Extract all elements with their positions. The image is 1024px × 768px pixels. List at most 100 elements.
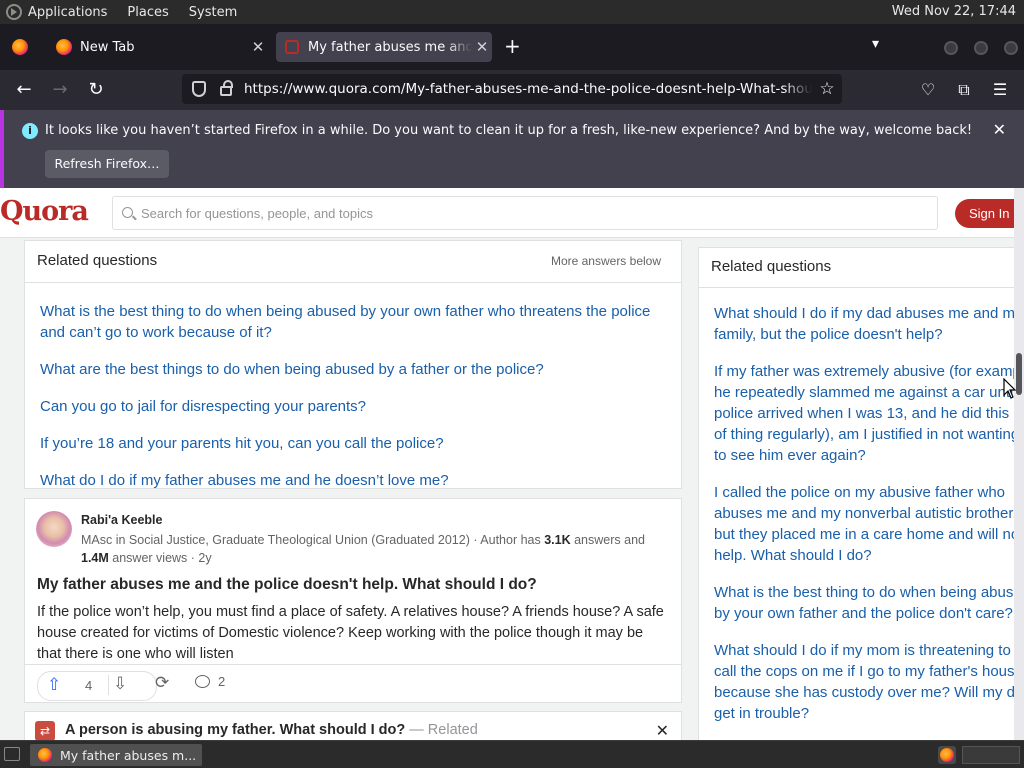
firefox-view-icon[interactable] xyxy=(12,39,28,55)
question-line: What should I do if my mom is threatenin… xyxy=(714,642,1011,659)
related-question-link[interactable]: If you’re 18 and your parents hit you, c… xyxy=(25,433,681,454)
question-line: help. What should I do? xyxy=(714,547,872,564)
credential-text: MAsc in Social Justice, Graduate Theolog… xyxy=(81,533,545,547)
applications-icon[interactable] xyxy=(6,4,22,20)
sidebar-related-question-link[interactable]: What should I do if my mom is threatenin… xyxy=(699,640,1017,724)
comment-count: 2 xyxy=(218,674,226,689)
applications-menu[interactable]: Applications xyxy=(28,5,107,20)
workspace-switcher[interactable] xyxy=(962,746,1020,764)
related-question-link[interactable]: Can you go to jail for disrespecting you… xyxy=(25,396,681,417)
credential-text: answers and xyxy=(570,533,645,547)
url-text[interactable]: https://www.quora.com/My-father-abuses-m… xyxy=(244,81,812,97)
close-window-button[interactable] xyxy=(1004,41,1018,55)
maximize-button[interactable] xyxy=(974,41,988,55)
taskbar: My father abuses m... xyxy=(0,740,1024,768)
top-panel: Applications Places System Wed Nov 22, 1… xyxy=(0,0,1024,24)
related-icon: ⇄ xyxy=(35,721,55,740)
question-line: but they placed me in a care home and wi… xyxy=(714,526,1017,543)
mouse-cursor-icon xyxy=(1003,378,1017,399)
forward-button[interactable]: → xyxy=(48,78,72,102)
close-notification-icon[interactable]: ✕ xyxy=(993,120,1006,139)
vote-group: ⇧ 4 ⇩ xyxy=(37,671,167,701)
question-line: What is the best thing to do when being … xyxy=(714,584,1017,601)
downvote-icon[interactable]: ⇩ xyxy=(113,674,127,694)
related-questions-card: Related questions More answers below Wha… xyxy=(24,240,682,489)
author-name[interactable]: Rabi'a Keeble xyxy=(81,513,162,527)
sidebar-related-question-link[interactable]: I called the police on my abusive father… xyxy=(699,482,1017,566)
close-icon[interactable]: ✕ xyxy=(656,721,669,740)
question-line: to see him ever again? xyxy=(714,447,866,464)
related-question-title[interactable]: A person is abusing my father. What shou… xyxy=(65,722,478,738)
refresh-firefox-button[interactable]: Refresh Firefox… xyxy=(45,150,169,178)
clock[interactable]: Wed Nov 22, 17:44 xyxy=(892,4,1016,19)
show-desktop-icon[interactable] xyxy=(4,747,20,761)
question-line: If my father was extremely abusive (for … xyxy=(714,363,1017,380)
question-line: of thing regularly), am I justified in n… xyxy=(714,426,1017,443)
related-questions-header: Related questions More answers below xyxy=(25,241,681,283)
tab-new-tab[interactable]: New Tab ✕ xyxy=(48,32,268,62)
sidebar-related-questions: Related questions What should I do if my… xyxy=(698,247,1018,740)
lock-icon[interactable] xyxy=(220,80,233,96)
list-all-tabs-button[interactable]: ▾ xyxy=(872,36,879,52)
system-menu[interactable]: System xyxy=(189,5,237,20)
close-tab-icon[interactable]: ✕ xyxy=(248,38,268,56)
avatar[interactable] xyxy=(36,511,72,547)
related-title-text[interactable]: A person is abusing my father. What shou… xyxy=(65,722,405,738)
tab-strip: New Tab ✕ My father abuses me and the po… xyxy=(0,24,1024,70)
question-line: abuses me and my nonverbal autistic brot… xyxy=(714,505,1017,522)
card-heading: Related questions xyxy=(37,252,158,269)
answer-body: If the police won’t help, you must find … xyxy=(37,604,664,662)
comment-icon xyxy=(195,675,210,688)
tab-quora[interactable]: My father abuses me and the police doesn… xyxy=(276,32,492,62)
related-question-link[interactable]: What do I do if my father abuses me and … xyxy=(25,470,681,491)
more-answers-below: More answers below xyxy=(550,254,661,268)
question-line: get in trouble? xyxy=(714,705,810,722)
minimize-button[interactable] xyxy=(944,41,958,55)
search-icon xyxy=(122,207,133,218)
scrollbar[interactable] xyxy=(1014,188,1024,740)
share-icon[interactable]: ⟳ xyxy=(155,673,169,693)
comment-button[interactable]: 2 xyxy=(195,674,225,689)
web-content: Quora Sign In Related questions More ans… xyxy=(0,188,1024,740)
new-tab-button[interactable]: + xyxy=(504,36,521,56)
sidebar-related-question-link[interactable]: What is the best thing to do when being … xyxy=(699,582,1017,624)
related-question-link[interactable]: What is the best thing to do when being … xyxy=(25,301,681,343)
search-input[interactable] xyxy=(141,197,921,229)
url-bar[interactable]: https://www.quora.com/My-father-abuses-m… xyxy=(182,74,842,104)
menu-icon[interactable]: ☰ xyxy=(988,78,1012,102)
question-line: I called the police on my abusive father… xyxy=(714,484,1005,501)
bookmark-star-icon[interactable]: ☆ xyxy=(812,79,842,99)
notification-message: It looks like you haven’t started Firefo… xyxy=(45,123,973,138)
related-question-card: ⇄ A person is abusing my father. What sh… xyxy=(24,711,682,740)
shield-icon[interactable] xyxy=(192,81,206,97)
firefox-tray-icon[interactable] xyxy=(938,746,956,764)
tab-title: New Tab xyxy=(80,39,135,55)
question-line: by your own father and the police don't … xyxy=(714,605,1013,622)
taskbar-window-button[interactable]: My father abuses m... xyxy=(30,744,202,766)
reload-button[interactable]: ↻ xyxy=(84,78,108,102)
sidebar-related-question-link[interactable]: If my father was extremely abusive (for … xyxy=(699,361,1017,466)
taskbar-window-title: My father abuses m... xyxy=(60,747,197,763)
question-line: What should I do if my dad abuses me and… xyxy=(714,305,1017,322)
answer-actions: ⇧ 4 ⇩ ⟳ 2 xyxy=(25,664,681,702)
question-title[interactable]: My father abuses me and the police doesn… xyxy=(37,576,537,594)
view-count: 1.4M xyxy=(81,551,109,565)
back-button[interactable]: ← xyxy=(12,78,36,102)
upvote-count: 4 xyxy=(85,677,93,693)
firefox-icon xyxy=(38,748,52,762)
extensions-icon[interactable]: ⧉ xyxy=(952,78,976,102)
related-question-link[interactable]: What are the best things to do when bein… xyxy=(25,359,681,380)
answer-card: Rabi'a Keeble MAsc in Social Justice, Gr… xyxy=(24,498,682,703)
quora-logo[interactable]: Quora xyxy=(0,196,89,227)
nav-bar: ← → ↻ https://www.quora.com/My-father-ab… xyxy=(0,70,1024,110)
pocket-icon[interactable]: ♡ xyxy=(916,78,940,102)
sidebar-related-question-link[interactable]: What should I do if my dad abuses me and… xyxy=(699,303,1017,345)
tab-title: My father abuses me and the police doesn… xyxy=(308,39,472,55)
quora-header: Quora Sign In xyxy=(0,188,1024,238)
places-menu[interactable]: Places xyxy=(127,5,168,20)
upvote-icon: ⇧ xyxy=(47,675,62,695)
search-box[interactable] xyxy=(112,196,938,230)
close-tab-icon[interactable]: ✕ xyxy=(472,38,492,56)
question-line: because she has custody over me? Will my… xyxy=(714,684,1017,701)
notification-bar: i It looks like you haven’t started Fire… xyxy=(0,110,1024,188)
